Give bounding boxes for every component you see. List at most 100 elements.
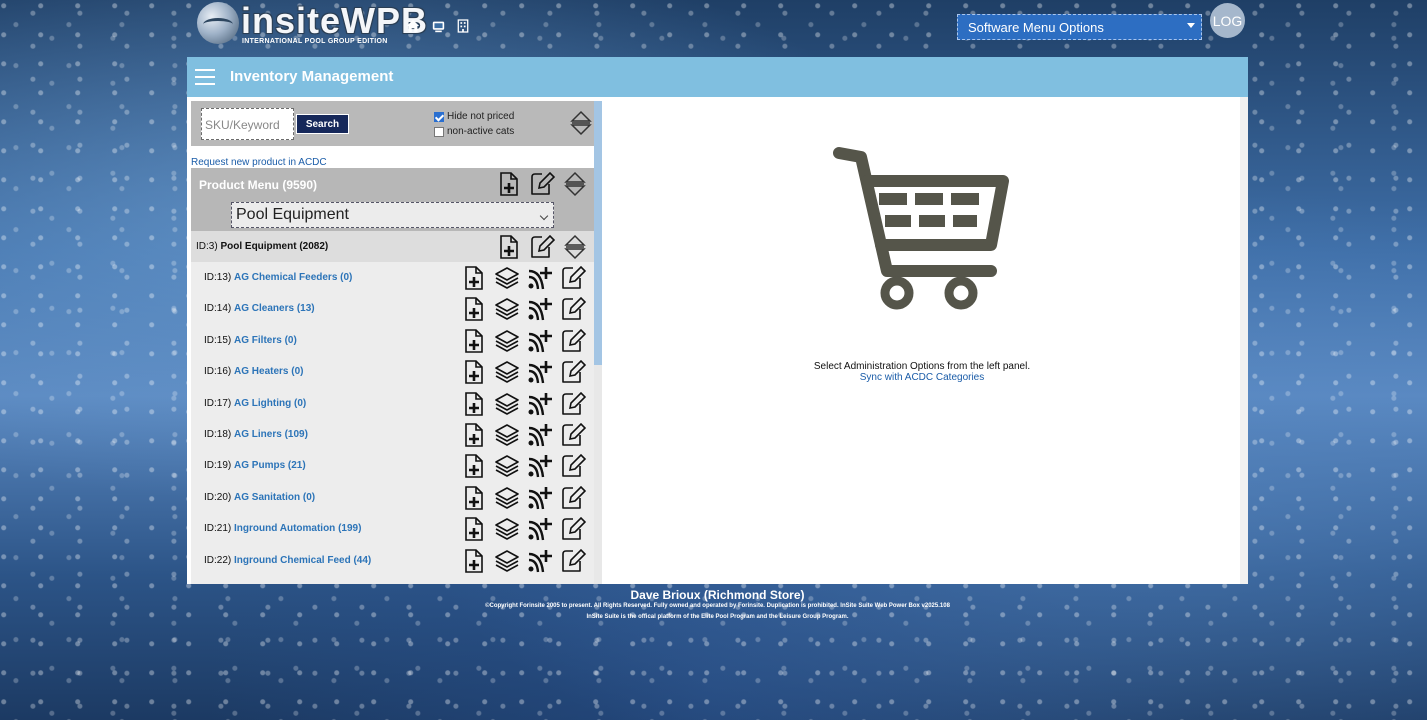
monitor-icon[interactable] bbox=[430, 18, 446, 34]
category-actions bbox=[461, 296, 586, 322]
category-actions bbox=[461, 265, 586, 291]
category-header-id: ID:3) bbox=[196, 241, 218, 252]
category-header-row[interactable]: ID:3) Pool Equipment (2082) bbox=[191, 231, 594, 262]
layers-icon[interactable] bbox=[494, 391, 520, 417]
edit-icon[interactable] bbox=[560, 422, 586, 448]
category-row[interactable]: ID:20) AG Sanitation (0) bbox=[191, 481, 594, 514]
category-row[interactable]: ID:14) AG Cleaners (13) bbox=[191, 293, 594, 325]
insite-logo[interactable]: insiteWPB INTERNATIONAL POOL GROUP EDITI… bbox=[197, 0, 427, 48]
expand-collapse-icon[interactable] bbox=[562, 171, 588, 197]
add-document-icon[interactable] bbox=[461, 328, 487, 354]
category-row[interactable]: ID:17) AG Lighting (0) bbox=[191, 387, 594, 419]
search-button[interactable]: Search bbox=[296, 114, 349, 134]
edit-icon[interactable] bbox=[560, 516, 586, 542]
layers-icon[interactable] bbox=[494, 548, 520, 574]
category-row[interactable]: ID:21) Inground Automation (199) bbox=[191, 513, 594, 545]
category-id: ID:22) bbox=[204, 554, 232, 566]
category-link[interactable]: AG Filters (0) bbox=[234, 335, 297, 346]
hamburger-menu-icon[interactable] bbox=[195, 69, 215, 86]
add-document-icon[interactable] bbox=[461, 265, 487, 291]
sku-keyword-input[interactable]: SKU/Keyword bbox=[201, 108, 294, 140]
category-link[interactable]: Inground Automation (199) bbox=[234, 523, 361, 534]
feed-add-icon[interactable] bbox=[527, 453, 553, 479]
right-panel: Select Administration Options from the l… bbox=[601, 97, 1248, 584]
feed-add-icon[interactable] bbox=[527, 296, 553, 322]
non-active-cats-checkbox[interactable] bbox=[434, 126, 444, 137]
edit-icon[interactable] bbox=[560, 328, 586, 354]
layers-icon[interactable] bbox=[494, 296, 520, 322]
feed-add-icon[interactable] bbox=[527, 516, 553, 542]
building-icon[interactable] bbox=[455, 18, 471, 34]
category-link[interactable]: AG Cleaners (13) bbox=[234, 303, 315, 314]
category-id: ID:20) bbox=[204, 491, 232, 503]
category-link[interactable]: AG Sanitation (0) bbox=[234, 492, 315, 503]
category-header-name: Pool Equipment (2082) bbox=[220, 241, 329, 252]
category-row[interactable]: ID:19) AG Pumps (21) bbox=[191, 450, 594, 482]
feed-add-icon[interactable] bbox=[527, 391, 553, 417]
expand-collapse-icon[interactable] bbox=[562, 234, 588, 260]
feed-add-icon[interactable] bbox=[527, 359, 553, 385]
software-menu-select[interactable]: Software Menu Options bbox=[957, 14, 1202, 40]
add-document-icon[interactable] bbox=[461, 548, 487, 574]
edit-icon[interactable] bbox=[560, 391, 586, 417]
edit-icon[interactable] bbox=[560, 453, 586, 479]
category-row[interactable]: ID:16) AG Heaters (0) bbox=[191, 356, 594, 388]
edit-icon[interactable] bbox=[529, 234, 555, 260]
product-menu-select[interactable]: Pool Equipment bbox=[231, 202, 554, 228]
add-document-icon[interactable] bbox=[461, 516, 487, 542]
add-document-icon[interactable] bbox=[461, 453, 487, 479]
category-link[interactable]: AG Heaters (0) bbox=[234, 366, 303, 377]
category-header-label: ID:3) Pool Equipment (2082) bbox=[196, 241, 328, 252]
layers-icon[interactable] bbox=[494, 453, 520, 479]
category-label: ID:22) Inground Chemical Feed (44) bbox=[204, 555, 371, 566]
layers-icon[interactable] bbox=[494, 328, 520, 354]
add-document-icon[interactable] bbox=[461, 422, 487, 448]
hide-not-priced-checkbox[interactable] bbox=[434, 111, 444, 122]
home-icon[interactable] bbox=[405, 18, 421, 34]
add-document-icon[interactable] bbox=[461, 485, 487, 511]
category-link[interactable]: AG Liners (109) bbox=[234, 429, 308, 440]
category-row[interactable]: ID:13) AG Chemical Feeders (0) bbox=[191, 262, 594, 294]
edit-icon[interactable] bbox=[560, 485, 586, 511]
feed-add-icon[interactable] bbox=[527, 485, 553, 511]
category-link[interactable]: Inground Chemical Feed (44) bbox=[234, 555, 371, 566]
layers-icon[interactable] bbox=[494, 265, 520, 291]
feed-add-icon[interactable] bbox=[527, 548, 553, 574]
feed-add-icon[interactable] bbox=[527, 328, 553, 354]
layers-icon[interactable] bbox=[494, 485, 520, 511]
non-active-cats-option[interactable]: non-active cats bbox=[434, 126, 514, 137]
add-document-icon[interactable] bbox=[461, 359, 487, 385]
logo-text: insiteWPB bbox=[241, 0, 429, 41]
category-label: ID:19) AG Pumps (21) bbox=[204, 460, 306, 471]
category-row[interactable]: ID:22) Inground Chemical Feed (44) bbox=[191, 544, 594, 576]
category-row-partial[interactable] bbox=[191, 575, 594, 584]
layers-icon[interactable] bbox=[494, 422, 520, 448]
edit-icon[interactable] bbox=[560, 359, 586, 385]
edit-icon[interactable] bbox=[529, 171, 555, 197]
category-link[interactable]: AG Chemical Feeders (0) bbox=[234, 272, 352, 283]
feed-add-icon[interactable] bbox=[527, 265, 553, 291]
feed-add-icon[interactable] bbox=[527, 422, 553, 448]
expand-collapse-icon[interactable] bbox=[568, 110, 594, 136]
edit-icon[interactable] bbox=[560, 296, 586, 322]
top-icon-bar bbox=[405, 18, 471, 34]
main-content: SKU/Keyword Search Hide not priced non-a… bbox=[187, 97, 1248, 584]
add-document-icon[interactable] bbox=[496, 171, 522, 197]
layers-icon[interactable] bbox=[494, 359, 520, 385]
logout-button[interactable]: LOG bbox=[1210, 3, 1245, 38]
category-row[interactable]: ID:15) AG Filters (0) bbox=[191, 324, 594, 357]
hide-not-priced-option[interactable]: Hide not priced bbox=[434, 111, 514, 122]
category-link[interactable]: AG Lighting (0) bbox=[234, 398, 306, 409]
category-link[interactable]: AG Pumps (21) bbox=[234, 460, 306, 471]
edit-icon[interactable] bbox=[560, 548, 586, 574]
sync-acdc-link[interactable]: Sync with ACDC Categories bbox=[601, 372, 1243, 383]
footer-user: Dave Brioux (Richmond Store) bbox=[630, 588, 805, 602]
category-row[interactable]: ID:18) AG Liners (109) bbox=[191, 418, 594, 451]
layers-icon[interactable] bbox=[494, 516, 520, 542]
request-new-product-link[interactable]: Request new product in ACDC bbox=[191, 157, 327, 168]
add-document-icon[interactable] bbox=[496, 234, 522, 260]
add-document-icon[interactable] bbox=[461, 391, 487, 417]
add-document-icon[interactable] bbox=[461, 296, 487, 322]
category-label: ID:18) AG Liners (109) bbox=[204, 429, 308, 440]
edit-icon[interactable] bbox=[560, 265, 586, 291]
